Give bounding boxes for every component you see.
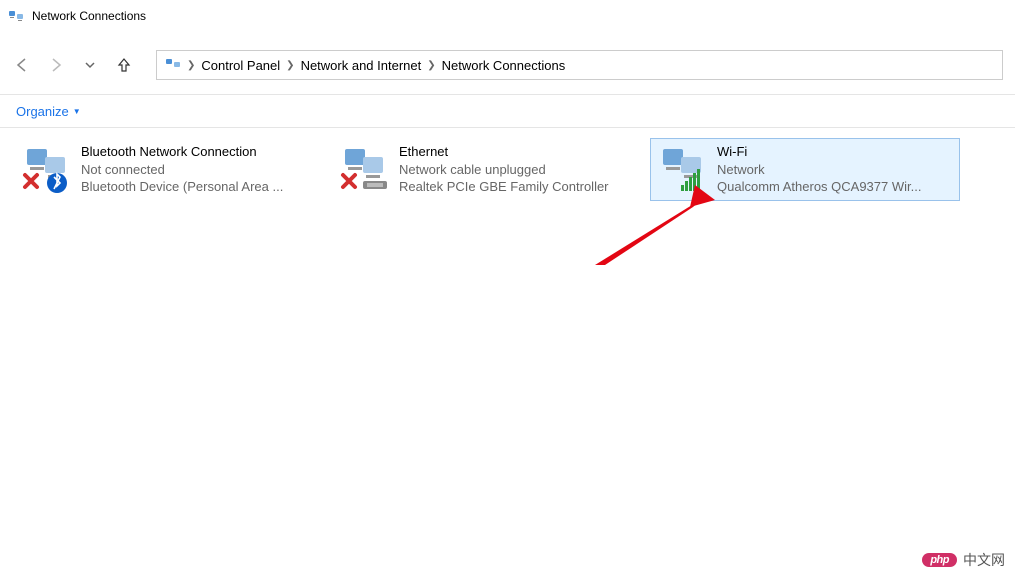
network-connections-icon (165, 56, 181, 75)
watermark-text: 中文网 (963, 550, 1005, 570)
connection-wifi[interactable]: Wi-Fi Network Qualcomm Atheros QCA9377 W… (650, 138, 960, 201)
chevron-right-icon: ❯ (427, 60, 435, 71)
connection-device: Bluetooth Device (Personal Area ... (81, 178, 283, 196)
watermark-pill: php (922, 553, 957, 567)
connection-name: Bluetooth Network Connection (81, 143, 283, 161)
connections-list: Bluetooth Network Connection Not connect… (0, 128, 1015, 211)
back-button[interactable] (12, 55, 32, 75)
breadcrumb-item[interactable]: Network Connections (442, 58, 566, 73)
connection-device: Qualcomm Atheros QCA9377 Wir... (717, 178, 921, 196)
chevron-right-icon: ❯ (187, 60, 195, 71)
network-adapter-icon (21, 143, 73, 195)
network-adapter-icon (339, 143, 391, 195)
up-button[interactable] (114, 55, 134, 75)
address-bar[interactable]: ❯ Control Panel ❯ Network and Internet ❯… (156, 50, 1003, 80)
connection-name: Ethernet (399, 143, 609, 161)
recent-dropdown[interactable] (80, 55, 100, 75)
organize-label: Organize (16, 104, 69, 119)
connection-bluetooth[interactable]: Bluetooth Network Connection Not connect… (14, 138, 324, 201)
organize-dropdown[interactable]: Organize ▼ (16, 104, 81, 119)
chevron-right-icon: ❯ (286, 60, 294, 71)
chevron-down-icon: ▼ (73, 107, 81, 116)
connection-status: Network cable unplugged (399, 161, 609, 179)
breadcrumb-item[interactable]: Control Panel (201, 58, 280, 73)
window-title: Network Connections (32, 9, 146, 23)
forward-button[interactable] (46, 55, 66, 75)
toolbar: Organize ▼ (0, 94, 1015, 128)
title-bar: Network Connections (0, 0, 1015, 32)
connection-device: Realtek PCIe GBE Family Controller (399, 178, 609, 196)
connection-status: Network (717, 161, 921, 179)
network-connections-icon (8, 8, 24, 24)
connection-status: Not connected (81, 161, 283, 179)
network-adapter-icon (657, 143, 709, 195)
connection-name: Wi-Fi (717, 143, 921, 161)
breadcrumb-item[interactable]: Network and Internet (301, 58, 422, 73)
navigation-bar: ❯ Control Panel ❯ Network and Internet ❯… (0, 46, 1015, 84)
connection-ethernet[interactable]: Ethernet Network cable unplugged Realtek… (332, 138, 642, 201)
watermark: php 中文网 (922, 550, 1005, 570)
